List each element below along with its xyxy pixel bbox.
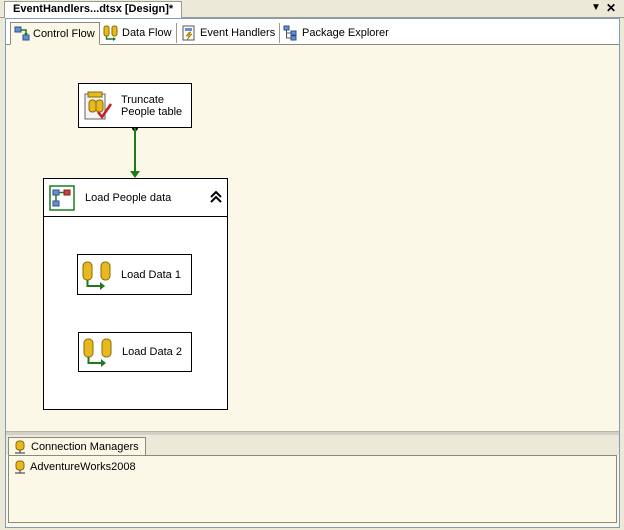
package-explorer-icon [283,25,299,41]
tab-label: Package Explorer [302,27,389,39]
data-flow-icon [103,25,119,41]
task-label: Truncate People table [121,94,182,118]
execute-sql-task-icon [82,90,114,122]
task-label: Load Data 2 [122,346,182,358]
sequence-container-header: Load People data [44,179,227,217]
control-flow-canvas[interactable]: Truncate People table Load People data L… [6,45,619,431]
load-data-1-task[interactable]: Load Data 1 [77,254,192,295]
connection-managers-panel: AdventureWorks2008 [8,455,617,523]
connection-managers-icon [13,440,27,454]
tab-label: Control Flow [33,27,95,40]
precedence-constraint-1[interactable] [130,125,140,178]
tab-connection-managers[interactable]: Connection Managers [8,437,146,456]
sequence-container-label: Load People data [85,191,172,204]
task-label-line1: Truncate [121,93,165,106]
connection-manager-label: AdventureWorks2008 [30,461,136,473]
tab-event-handlers[interactable]: Event Handlers [178,23,281,43]
designer-tab-bar: Control Flow Data Flow Event Handlers Pa… [6,19,619,45]
task-label-line2: People table [121,105,183,118]
event-handlers-icon [181,25,197,41]
package-designer: Control Flow Data Flow Event Handlers Pa… [5,18,620,528]
dropdown-arrow-icon[interactable]: ▼ [589,1,603,15]
tab-package-explorer[interactable]: Package Explorer [280,23,393,43]
load-data-2-task[interactable]: Load Data 2 [78,332,192,372]
tab-label: Connection Managers [31,441,139,453]
data-flow-task-icon [82,337,114,367]
data-flow-task-icon [81,260,113,290]
connection-manager-icon [13,460,27,474]
close-icon[interactable]: ✕ [604,1,618,15]
tab-data-flow[interactable]: Data Flow [100,23,177,43]
task-label: Load Data 1 [121,268,181,281]
tab-label: Data Flow [122,27,172,39]
control-flow-icon [14,26,30,42]
connection-manager-item[interactable]: AdventureWorks2008 [13,460,136,474]
document-tab-strip: EventHandlers...dtsx [Design]* ▼ ✕ [0,0,624,18]
tab-control-flow[interactable]: Control Flow [10,22,100,45]
double-chevron-up-icon[interactable] [210,190,222,204]
document-tab-title: EventHandlers...dtsx [Design]* [13,3,174,15]
document-tab[interactable]: EventHandlers...dtsx [Design]* [4,1,183,18]
connection-managers-tab-bar: Connection Managers [6,435,619,456]
truncate-people-table-task[interactable]: Truncate People table [78,83,192,128]
sequence-container-icon [49,184,75,211]
tab-label: Event Handlers [200,27,276,39]
